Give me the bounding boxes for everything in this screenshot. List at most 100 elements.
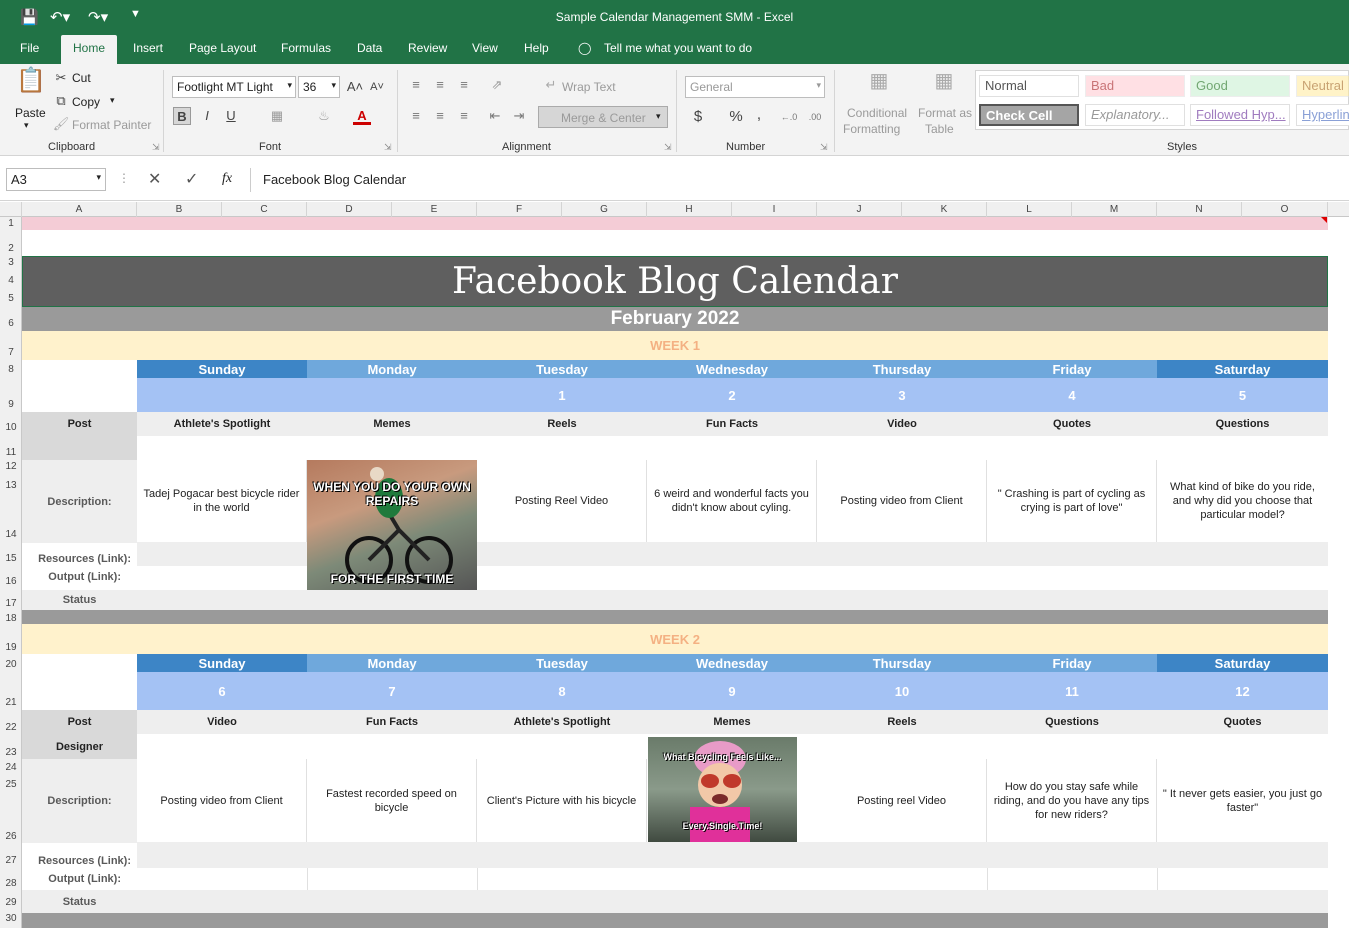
description-cell[interactable]: 6 weird and wonderful facts you didn't k… — [647, 460, 817, 542]
row-header[interactable]: 15 — [0, 553, 22, 564]
paste-button[interactable]: Paste — [15, 106, 46, 120]
day-header[interactable]: Thursday — [817, 360, 987, 378]
column-header[interactable]: I — [732, 202, 817, 217]
resources-label[interactable]: Resources (Link): — [22, 550, 137, 568]
post-type-cell[interactable]: Fun Facts — [647, 412, 817, 436]
day-header[interactable]: Monday — [307, 654, 477, 672]
align-left-icon[interactable]: ≡ — [407, 107, 425, 125]
formula-input[interactable]: Facebook Blog Calendar — [250, 168, 1349, 192]
decrease-decimal-icon[interactable]: .00 — [806, 108, 824, 126]
output-label[interactable]: Output (Link): — [22, 568, 137, 586]
description-label[interactable]: Description: — [22, 460, 137, 543]
row-header[interactable]: 19 — [0, 642, 22, 653]
comma-button[interactable]: , — [750, 106, 768, 124]
description-cell[interactable]: Posting video from Client — [137, 759, 307, 842]
underline-button[interactable]: U — [222, 107, 240, 125]
cut-button[interactable]: Cut — [72, 71, 91, 85]
post-type-cell[interactable]: Questions — [987, 710, 1157, 734]
post-type-cell[interactable]: Memes — [307, 412, 477, 436]
alignment-launcher-icon[interactable]: ⇲ — [664, 142, 672, 153]
resources-label[interactable]: Resources (Link): — [22, 852, 137, 870]
row-header[interactable]: 21 — [0, 697, 22, 708]
currency-button[interactable]: $ — [689, 108, 707, 126]
month-header[interactable]: February 2022 — [22, 307, 1328, 331]
description-cell[interactable]: Fastest recorded speed on bicycle — [307, 759, 477, 842]
row-header[interactable]: 28 — [0, 878, 22, 889]
column-header[interactable]: B — [137, 202, 222, 217]
day-header[interactable]: Tuesday — [477, 360, 647, 378]
day-header[interactable]: Sunday — [137, 360, 307, 378]
description-cell[interactable]: " It never gets easier, you just go fast… — [1157, 759, 1328, 842]
enter-icon[interactable]: ✓ — [185, 169, 198, 189]
align-top-icon[interactable]: ≡ — [407, 76, 425, 94]
date-cell[interactable]: 5 — [1157, 378, 1328, 412]
tell-me-search[interactable]: Tell me what you want to do — [604, 41, 752, 55]
row-header[interactable]: 27 — [0, 855, 22, 866]
column-header[interactable]: N — [1157, 202, 1242, 217]
cancel-icon[interactable]: ✕ — [148, 169, 161, 189]
row-header[interactable]: 2 — [0, 243, 22, 254]
style-check-cell[interactable]: Check Cell — [979, 104, 1079, 126]
row-header[interactable]: 14 — [0, 529, 22, 540]
date-cell[interactable]: 6 — [137, 672, 307, 710]
column-header[interactable]: E — [392, 202, 477, 217]
description-cell[interactable]: How do you stay safe while riding, and d… — [987, 759, 1157, 842]
date-cell[interactable]: 7 — [307, 672, 477, 710]
italic-button[interactable]: I — [198, 107, 216, 125]
name-box[interactable]: A3 ▾ — [6, 168, 106, 191]
column-header[interactable]: F — [477, 202, 562, 217]
day-header[interactable]: Tuesday — [477, 654, 647, 672]
post-label[interactable]: Post — [22, 412, 137, 436]
day-header[interactable]: Wednesday — [647, 360, 817, 378]
post-label[interactable]: Post — [22, 710, 137, 734]
format-as-table-icon[interactable]: ▦ — [931, 71, 957, 100]
row-header[interactable]: 7 — [0, 347, 22, 358]
bicycling-meme-image[interactable]: What Bicycling Feels Like... Every.Singl… — [648, 737, 797, 842]
style-hyperlink[interactable]: Hyperlink — [1296, 104, 1349, 126]
font-launcher-icon[interactable]: ⇲ — [384, 142, 392, 153]
tab-page-layout[interactable]: Page Layout — [189, 41, 256, 55]
column-header[interactable]: O — [1242, 202, 1328, 217]
conditional-formatting-icon[interactable]: ▦ — [866, 71, 892, 100]
row-header[interactable]: 18 — [0, 613, 22, 624]
merge-center-button[interactable]: Merge & Center ▾ — [538, 106, 668, 128]
date-cell[interactable]: 4 — [987, 378, 1157, 412]
post-type-cell[interactable]: Video — [137, 710, 307, 734]
bold-button[interactable]: B — [173, 107, 191, 125]
post-type-cell[interactable]: Fun Facts — [307, 710, 477, 734]
align-center-icon[interactable]: ≡ — [431, 107, 449, 125]
copy-icon[interactable]: ⧉ — [52, 92, 70, 110]
decrease-indent-icon[interactable]: ⇤ — [486, 107, 504, 125]
row-header[interactable]: 20 — [0, 659, 22, 670]
paste-dropdown-icon[interactable]: ▾ — [24, 120, 29, 131]
align-bottom-icon[interactable]: ≡ — [455, 76, 473, 94]
clipboard-launcher-icon[interactable]: ⇲ — [152, 142, 160, 153]
format-painter-button[interactable]: Format Painter — [72, 118, 151, 132]
day-header[interactable]: Saturday — [1157, 654, 1328, 672]
fill-color-icon[interactable]: ♨ — [315, 107, 333, 125]
tab-home[interactable]: Home — [61, 35, 118, 64]
column-header[interactable]: A — [22, 202, 137, 217]
column-header[interactable]: H — [647, 202, 732, 217]
description-cell[interactable]: Tadej Pogacar best bicycle rider in the … — [137, 460, 307, 542]
tab-review[interactable]: Review — [408, 41, 447, 55]
date-cell[interactable]: 1 — [477, 378, 647, 412]
row-header[interactable]: 22 — [0, 722, 22, 733]
row-header[interactable]: 13 — [0, 480, 22, 491]
row-header[interactable]: 5 — [0, 293, 22, 304]
description-cell[interactable]: Posting video from Client — [817, 460, 987, 542]
description-cell[interactable]: Posting reel Video — [817, 759, 987, 842]
tab-file[interactable]: File — [20, 41, 39, 55]
row-header[interactable]: 10 — [0, 422, 22, 433]
tab-help[interactable]: Help — [524, 41, 549, 55]
column-header[interactable]: C — [222, 202, 307, 217]
status-label[interactable]: Status — [22, 590, 137, 610]
increase-decimal-icon[interactable]: ←.0 — [780, 108, 798, 126]
wrap-text-button[interactable]: Wrap Text — [562, 80, 616, 94]
description-cell[interactable]: What kind of bike do you ride, and why d… — [1157, 460, 1328, 542]
column-header[interactable]: J — [817, 202, 902, 217]
post-type-cell[interactable]: Video — [817, 412, 987, 436]
align-middle-icon[interactable]: ≡ — [431, 76, 449, 94]
paste-icon[interactable]: 📋 — [16, 69, 46, 102]
tab-formulas[interactable]: Formulas — [281, 41, 331, 55]
